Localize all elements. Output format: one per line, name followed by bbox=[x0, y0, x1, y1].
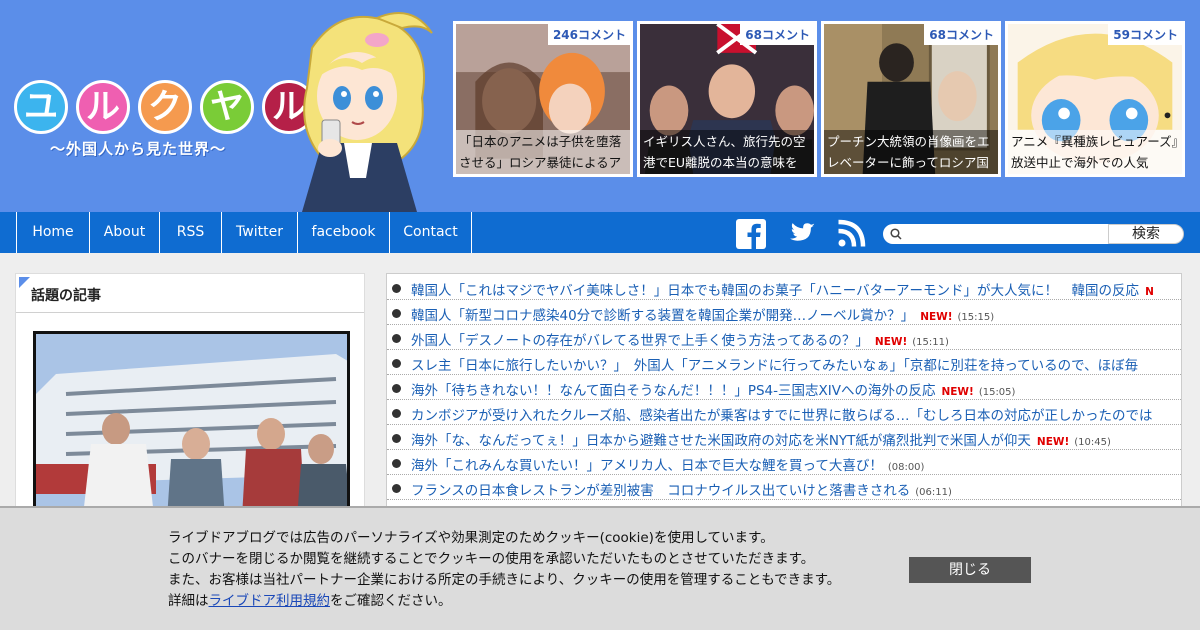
new-badge: NEW! bbox=[874, 336, 908, 348]
article-item-8[interactable]: 海外「これみんな買いたい！」アメリカ人、日本で巨大な鯉を買って大喜び！ (08:0… bbox=[387, 450, 1181, 475]
bullet-icon bbox=[392, 309, 401, 318]
article-item-5[interactable]: 海外「待ちきれない！！なんて面白そうなんだ！！！」PS4-三国志XIVへの海外の… bbox=[387, 375, 1181, 400]
new-badge: NEW! bbox=[941, 386, 974, 398]
featured-article-3[interactable]: 68コメント プーチン大統領の肖像画をエレベーターに飾ってロシア国 bbox=[821, 21, 1001, 177]
comment-count-2: 68コメント bbox=[740, 24, 814, 45]
site-header: ユ ル ク ヤ ル 〜外国人から見た世界〜 246コメント 「日本のアニメは子供… bbox=[0, 0, 1200, 212]
new-badge: NEW! bbox=[1036, 436, 1070, 448]
featured-article-1[interactable]: 246コメント 「日本のアニメは子供を堕落させる」ロシア暴徒によるア bbox=[453, 21, 633, 177]
twitter-icon[interactable] bbox=[785, 218, 817, 250]
cookie-line-2: このバナーを閉じるか閲覧を継続することでクッキーの使用を承認いただいたものとさせ… bbox=[168, 551, 815, 567]
article-item-4[interactable]: スレ主「日本に旅行したいかい？」 外国人「アニメランドに行ってみたいなぁ」「京都… bbox=[387, 350, 1181, 375]
article-title[interactable]: 海外「これみんな買いたい！」アメリカ人、日本で巨大な鯉を買って大喜び！ bbox=[411, 458, 883, 474]
search-box bbox=[883, 224, 1109, 244]
rss-icon[interactable] bbox=[835, 218, 867, 250]
cookie-line-4: 詳細はライブドア利用規約をご確認ください。 bbox=[168, 591, 840, 612]
cruise-ship-photo bbox=[36, 334, 347, 528]
article-time: (06:11) bbox=[915, 487, 952, 498]
article-time: (15:11) bbox=[912, 337, 949, 348]
featured-title-4[interactable]: アニメ『異種族レビュアーズ』放送中止で海外での人気 bbox=[1008, 130, 1182, 174]
widget-title: 話題の記事 bbox=[31, 288, 101, 304]
mascot-illustration bbox=[302, 12, 433, 212]
cookie-message: ライブドアブログでは広告のパーソナライズや効果測定のためクッキー(cookie)… bbox=[168, 528, 840, 612]
facebook-icon[interactable] bbox=[735, 218, 767, 250]
comment-count-3: 68コメント bbox=[924, 24, 998, 45]
new-badge: N bbox=[1145, 286, 1154, 298]
article-title[interactable]: 外国人「デスノートの存在がバレてる世界で上手く使う方法ってあるの？」 bbox=[411, 333, 869, 349]
bullet-icon bbox=[392, 484, 401, 493]
terms-link[interactable]: ライブドア利用規約 bbox=[209, 593, 331, 609]
article-title[interactable]: フランスの日本食レストランが差別被害 コロナウイルス出ていけと落書きされる bbox=[411, 483, 910, 499]
article-title[interactable]: スレ主「日本に旅行したいかい？」 外国人「アニメランドに行ってみたいなぁ」「京都… bbox=[411, 358, 1138, 374]
logo-char-1: ユ bbox=[14, 80, 68, 134]
article-item-3[interactable]: 外国人「デスノートの存在がバレてる世界で上手く使う方法ってあるの？」 NEW! (1… bbox=[387, 325, 1181, 350]
cookie-line-3: また、お客様は当社パートナー企業における所定の手続きにより、クッキーの使用を管理… bbox=[168, 572, 841, 588]
new-badge: NEW! bbox=[920, 311, 953, 323]
cookie-prefix: 詳細は bbox=[168, 593, 209, 609]
article-time: (15:15) bbox=[957, 312, 995, 323]
site-logo[interactable]: ユ ル ク ヤ ル 〜外国人から見た世界〜 bbox=[14, 80, 324, 160]
cookie-suffix: をご確認ください。 bbox=[330, 593, 452, 609]
article-list: 韓国人「これはマジでヤバイ美味しさ！」日本でも韓国のお菓子「ハニーバターアーモン… bbox=[386, 273, 1182, 513]
corner-marker bbox=[19, 277, 30, 288]
cookie-banner: ライブドアブログでは広告のパーソナライズや効果測定のためクッキー(cookie)… bbox=[0, 506, 1200, 630]
popular-articles-widget: 話題の記事 bbox=[15, 273, 365, 533]
search-input[interactable] bbox=[906, 226, 1102, 242]
nav-rss[interactable]: RSS bbox=[159, 212, 221, 253]
article-item-6[interactable]: カンボジアが受け入れたクルーズ船、感染者出たが乗客はすでに世界に散らばる…「むし… bbox=[387, 400, 1181, 425]
article-title[interactable]: 海外「待ちきれない！！なんて面白そうなんだ！！！」PS4-三国志XIVへの海外の… bbox=[411, 383, 935, 399]
logo-char-3: ク bbox=[138, 80, 192, 134]
featured-title-1[interactable]: 「日本のアニメは子供を堕落させる」ロシア暴徒によるア bbox=[456, 130, 630, 174]
nav-facebook[interactable]: facebook bbox=[297, 212, 389, 253]
bullet-icon bbox=[392, 334, 401, 343]
nav-home[interactable]: Home bbox=[16, 212, 89, 253]
nav-contact[interactable]: Contact bbox=[389, 212, 472, 253]
comment-count-1: 246コメント bbox=[547, 24, 630, 45]
site-subtitle: 〜外国人から見た世界〜 bbox=[50, 140, 227, 158]
popular-article-image[interactable] bbox=[33, 331, 350, 531]
widget-header: 話題の記事 bbox=[16, 274, 364, 313]
bullet-icon bbox=[392, 359, 401, 368]
bullet-icon bbox=[392, 459, 401, 468]
featured-title-2[interactable]: イギリス人さん、旅行先の空港でEU離脱の本当の意味を bbox=[640, 130, 814, 174]
article-title[interactable]: 海外「な、なんだってぇ！」日本から避難させた米国政府の対応を米NYT紙が痛烈批判… bbox=[411, 433, 1031, 449]
featured-article-2[interactable]: 68コメント イギリス人さん、旅行先の空港でEU離脱の本当の意味を bbox=[637, 21, 817, 177]
search-button[interactable]: 検索 bbox=[1108, 224, 1184, 244]
featured-title-3[interactable]: プーチン大統領の肖像画をエレベーターに飾ってロシア国 bbox=[824, 130, 998, 174]
article-item-1[interactable]: 韓国人「これはマジでヤバイ美味しさ！」日本でも韓国のお菓子「ハニーバターアーモン… bbox=[387, 275, 1181, 300]
bullet-icon bbox=[392, 434, 401, 443]
article-title[interactable]: 韓国人「新型コロナ感染40分で診断する装置を韓国企業が開発…ノーベル賞か？」 bbox=[411, 308, 914, 324]
article-item-7[interactable]: 海外「な、なんだってぇ！」日本から避難させた米国政府の対応を米NYT紙が痛烈批判… bbox=[387, 425, 1181, 450]
nav-twitter[interactable]: Twitter bbox=[221, 212, 297, 253]
nav-about[interactable]: About bbox=[89, 212, 159, 253]
cookie-close-button[interactable]: 閉じる bbox=[909, 557, 1031, 583]
article-item-9[interactable]: フランスの日本食レストランが差別被害 コロナウイルス出ていけと落書きされる (06… bbox=[387, 475, 1181, 500]
logo-char-4: ヤ bbox=[200, 80, 254, 134]
article-title[interactable]: カンボジアが受け入れたクルーズ船、感染者出たが乗客はすでに世界に散らばる…「むし… bbox=[411, 408, 1153, 424]
comment-count-4: 59コメント bbox=[1108, 24, 1182, 45]
article-title[interactable]: 韓国人「これはマジでヤバイ美味しさ！」日本でも韓国のお菓子「ハニーバターアーモン… bbox=[411, 283, 1139, 299]
article-time: (08:00) bbox=[887, 462, 925, 473]
bullet-icon bbox=[392, 409, 401, 418]
cookie-line-1: ライブドアブログでは広告のパーソナライズや効果測定のためクッキー(cookie)… bbox=[168, 530, 774, 546]
article-item-2[interactable]: 韓国人「新型コロナ感染40分で診断する装置を韓国企業が開発…ノーベル賞か？」 NE… bbox=[387, 300, 1181, 325]
bullet-icon bbox=[392, 284, 401, 293]
article-time: (10:45) bbox=[1074, 437, 1111, 448]
logo-char-2: ル bbox=[76, 80, 130, 134]
bullet-icon bbox=[392, 384, 401, 393]
search-icon bbox=[890, 228, 902, 240]
article-time: (15:05) bbox=[978, 387, 1016, 398]
featured-article-4[interactable]: 59コメント アニメ『異種族レビュアーズ』放送中止で海外での人気 bbox=[1005, 21, 1185, 177]
